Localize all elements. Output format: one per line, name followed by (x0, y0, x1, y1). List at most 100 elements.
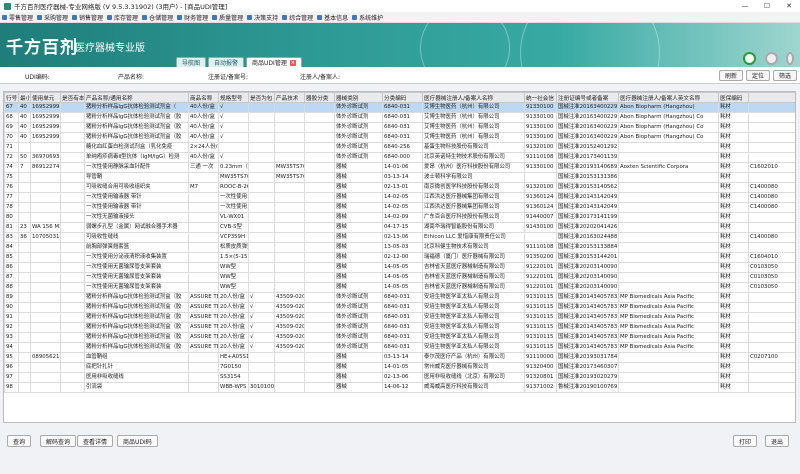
refresh-button[interactable]: 刷新 (719, 70, 744, 81)
settings-icon[interactable] (765, 52, 778, 65)
home-icon[interactable] (743, 52, 756, 65)
udi-grid[interactable]: 行号最小销售使用单元是否有本产品名称/通用名称商品名称规格型号是否为包产品技术器… (3, 91, 796, 423)
table-cell: 91320801 (524, 372, 557, 383)
table-row[interactable]: 87 一次性使用无菌输尿管支架套装 WW型 器械 14-05-05 吉林省天蓝医疗器械制造… (4, 272, 795, 283)
table-cell (304, 202, 335, 213)
product-udi-button[interactable]: 商品UDI码 (117, 435, 158, 447)
tab[interactable]: 自动报警 (208, 57, 245, 67)
udi-query-button[interactable]: 解码查询 (40, 435, 77, 447)
filter-button[interactable]: 筛选 (773, 70, 798, 81)
exit-button[interactable]: 退出 (765, 435, 790, 447)
table-row[interactable]: 89 猪粉分析样品IgG抗体检验测试剂盒（胶 ASSURE TB 20人份/盒 √ 435… (4, 292, 795, 303)
table-row[interactable]: 8123WA 156 M3... 弱螺步孔型（金属）网试融合器手术器 CVB-S型 器… (4, 222, 795, 233)
tab[interactable]: 商品UDI管理 × (246, 57, 302, 67)
menu-item[interactable]: 销售管理 (72, 13, 103, 22)
column-header[interactable]: 统一社会信 (524, 92, 557, 103)
table-row[interactable]: 85 一次性使用分泌液清积液收集装置 1.5×(5-15) 器械 02-12-00 瑞福德… (4, 252, 795, 263)
table-cell: 体外诊断试剂 (334, 292, 383, 303)
maximize-icon[interactable]: ☐ (756, 0, 778, 12)
column-header[interactable]: 器胶分类 (304, 92, 335, 103)
table-row[interactable]: 77 一次性使用输液器 带针 一次性使用 0.6mm 器械14-02-05江西洪达医疗… (4, 192, 795, 203)
menu-item[interactable]: 仓储管理 (142, 13, 173, 22)
table-row[interactable]: 725036970693... 单纯疱疹病毒Ⅱ型抗体（IgM/IgG）检测40人份… (4, 152, 795, 163)
table-row[interactable]: 76 可吸收缝合用可吸收组织夹 M7 ROOC-B-26 器械 02-13-01 南京微创医… (4, 182, 795, 193)
table-cell (748, 222, 795, 233)
table-row[interactable]: 93 猪粉分析样品IgG抗体检验测试剂盒（胶 ASSURE TB 20人份/盒 √ 435… (4, 332, 795, 343)
table-row[interactable]: 75 导管鞘 MW35TS7003 MW35TS7003 器械03-13-14波士顿科学… (4, 172, 795, 183)
column-header[interactable]: 医疗器械注册人/备案人名称 (422, 92, 525, 103)
table-cell (748, 112, 795, 123)
table-row[interactable]: 684016952999... 猪粉分析样品IgG抗体检验测试剂盒（胶40人份/盒… (4, 112, 795, 123)
table-cell: 40 (18, 102, 31, 113)
menu-item[interactable]: 库存管理 (107, 13, 138, 22)
table-row[interactable]: 98 引流袋 WBB-WPS 2030101004 器械14-06-12威海威高医疗科… (4, 382, 795, 393)
column-header[interactable]: 规格型号 (218, 92, 249, 103)
table-cell: C0103050 (748, 272, 795, 283)
tab[interactable]: 导航图 (176, 57, 207, 67)
table-cell: 器械 (334, 362, 383, 373)
table-cell (618, 372, 719, 383)
column-header[interactable]: 分类编码 (382, 92, 423, 103)
table-cell: 体外诊断试剂 (334, 142, 383, 153)
table-row[interactable]: 94 猪粉分析样品IgG抗体检验测试剂盒（胶 ASSURE TB 20人份/盒 √ 435… (4, 342, 795, 353)
table-row[interactable]: 704016952999... 猪粉分析样品IgG抗体检验测试剂盒（胶40人份/盒… (4, 132, 795, 143)
table-row[interactable]: 91 猪粉分析样品IgG抗体检验测试剂盒（胶 ASSURE TB 20人份/盒 √ 435… (4, 312, 795, 323)
column-header[interactable]: 是否为包 (248, 92, 275, 103)
table-row[interactable]: 78 一次性使用输液器 带针 一次性使用 0.6mm 器械14-02-05江西洪达医疗… (4, 202, 795, 213)
close-icon[interactable]: ✕ (778, 0, 800, 12)
table-row[interactable]: 96 底把针扎针 7G0150 器械 14-01-05 常州威克医疗器械有限公司 91320… (4, 362, 795, 373)
table-row[interactable]: 80 一次性无菌输液接头 VL-WX01 器械 14-02-09 广东百合医疗科技股份有限… (4, 212, 795, 223)
column-header[interactable]: 是否有本 (60, 92, 85, 103)
menu-item[interactable]: 财务管理 (177, 13, 208, 22)
table-cell (618, 202, 719, 213)
column-header[interactable]: 行号 (4, 92, 19, 103)
column-header[interactable]: 产品名称/通用名称 (84, 92, 189, 103)
table-cell (30, 372, 61, 383)
column-header[interactable]: 器械类别 (334, 92, 383, 103)
table-row[interactable]: 86 一次性使用无菌输尿管支架套装 WW型 器械 14-05-05 吉林省天蓝医疗器械制造… (4, 262, 795, 273)
table-row[interactable]: 674016952999... 猪粉分析样品IgG抗体检验测试剂盒（40人份/盒√… (4, 102, 795, 113)
table-row[interactable]: 95 08905621... 血管鞘组 HE+A05S10 器械03-13-14泰尔茂医… (4, 352, 795, 363)
menu-icon (37, 14, 43, 20)
table-cell (60, 322, 85, 333)
menu-item[interactable]: 决策支持 (247, 13, 278, 22)
locate-button[interactable]: 定位 (746, 70, 771, 81)
table-row[interactable]: 74786912274... 一次性使用静脉采血针配件三通 一次0.23mm（30… (4, 162, 795, 173)
menu-item[interactable]: 基本信息 (317, 13, 348, 22)
menu-item[interactable]: 零售管理 (2, 13, 33, 22)
table-row[interactable]: 71 糖化血红蛋白检测试剂盒（乳化免疫 2×24人份/体外诊断试剂 6840-256 基… (4, 142, 795, 153)
detail-query-button[interactable]: 查看详情 (77, 435, 114, 447)
column-header[interactable]: 产品技术 (274, 92, 305, 103)
table-cell: 耗材 (718, 152, 749, 163)
table-cell: 91330100 (524, 112, 557, 123)
menu-item[interactable]: 采购管理 (37, 13, 68, 22)
table-cell: CVB-S型 (218, 222, 249, 233)
table-cell: 国械注准20193020279 (556, 372, 619, 383)
table-row[interactable]: 92 猪粉分析样品IgG抗体检验测试剂盒（胶 ASSURE TB 20人份/盒 √ 435… (4, 322, 795, 333)
column-header[interactable]: 医保编码 (718, 92, 749, 103)
query-button[interactable]: 查询 (7, 435, 32, 447)
table-row[interactable]: 97 医用非吸收缝线 SS3154 器械 02-13-06 医用非吸收缝线（北京）有限公司… (4, 372, 795, 383)
minimize-icon[interactable]: — (734, 0, 756, 12)
table-row[interactable]: 833610705031... 可吸收性缝线 VCP359H 器械02-13-06Et… (4, 232, 795, 243)
column-header[interactable]: 注册证编号或者备案 (556, 92, 619, 103)
table-cell: 瑞福德（厦门）医疗器械有限公司 (422, 252, 525, 263)
table-cell: 安培生物医学亚太私人有限公司 (422, 342, 525, 353)
table-cell: 导管鞘 (84, 172, 189, 183)
table-row[interactable]: 90 猪粉分析样品IgG抗体检验测试剂盒（胶 ASSURE TB 20人份/盒 √ 435… (4, 302, 795, 313)
close-icon[interactable]: × (289, 59, 296, 66)
menu-item[interactable]: 综合管理 (282, 13, 313, 22)
table-row[interactable]: 84 前胸部弹簧翘套篮 松质皮质弹簧 器械13-05-03北京科健生物技术有限公司91… (4, 242, 795, 253)
column-header[interactable]: 最小销售 (18, 92, 31, 103)
menu-item[interactable]: 系统维护 (352, 13, 383, 22)
table-row[interactable]: 88 一次性使用无菌输尿管支架套装 WW型 器械 14-05-05 吉林省天蓝医疗器械制造… (4, 282, 795, 293)
column-header[interactable]: 商品名称 (188, 92, 219, 103)
help-icon[interactable] (786, 52, 794, 65)
table-row[interactable]: 694016952999... 猪粉分析样品IgG抗体检验测试剂盒（胶40人份/盒… (4, 122, 795, 133)
menu-item[interactable]: 质量管理 (212, 13, 243, 22)
table-cell: M7 (188, 182, 219, 193)
print-button[interactable]: 打印 (733, 435, 758, 447)
column-header[interactable]: 使用单元 (30, 92, 61, 103)
table-cell (618, 382, 719, 393)
column-header[interactable]: 医疗器械注册人/备案人英文名称 (618, 92, 719, 103)
